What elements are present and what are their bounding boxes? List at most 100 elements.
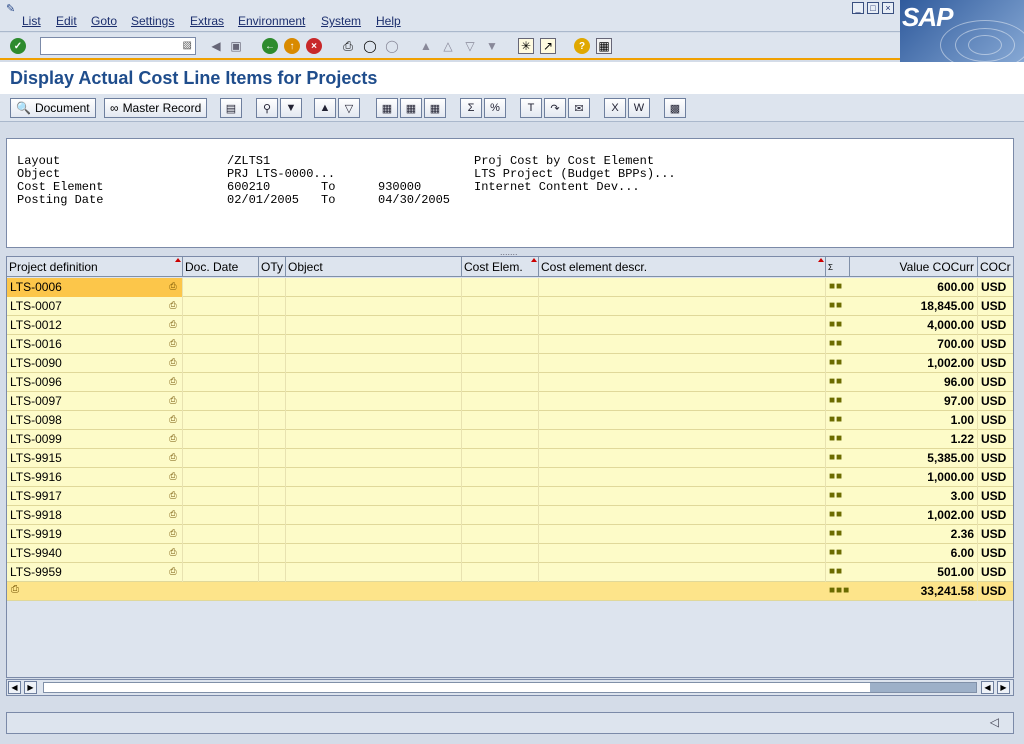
menu-help[interactable]: Help bbox=[376, 14, 401, 28]
last-page-icon[interactable]: ▼ bbox=[484, 38, 500, 54]
project-definition-cell[interactable]: LTS-0007 bbox=[7, 297, 183, 316]
cost-element-descr-cell[interactable] bbox=[539, 411, 826, 430]
object-type-cell[interactable] bbox=[259, 411, 286, 430]
table-row[interactable]: LTS-0098 ⎙ ■■ 1.00 USD bbox=[7, 411, 1013, 430]
previous-page-icon[interactable]: △ bbox=[440, 38, 456, 54]
table-row[interactable]: LTS-0016 ⎙ ■■ 700.00 USD bbox=[7, 335, 1013, 354]
currency-cell[interactable]: USD bbox=[978, 392, 1013, 411]
currency-cell[interactable]: USD bbox=[978, 563, 1013, 582]
currency-cell[interactable]: USD bbox=[978, 373, 1013, 392]
currency-cell[interactable]: USD bbox=[978, 297, 1013, 316]
system-menu-icon[interactable]: ✎ bbox=[6, 2, 15, 15]
shortcut-icon[interactable]: ↗ bbox=[540, 38, 556, 54]
currency-cell[interactable]: USD bbox=[978, 278, 1013, 297]
project-definition-cell[interactable]: LTS-9916 bbox=[7, 468, 183, 487]
table-row[interactable]: LTS-9915 ⎙ ■■ 5,385.00 USD bbox=[7, 449, 1013, 468]
table-row[interactable]: LTS-0090 ⎙ ■■ 1,002.00 USD bbox=[7, 354, 1013, 373]
currency-cell[interactable]: USD bbox=[978, 411, 1013, 430]
cost-element-cell[interactable] bbox=[462, 411, 539, 430]
object-cell[interactable] bbox=[286, 392, 462, 411]
back-icon[interactable]: ← bbox=[262, 38, 278, 54]
col-object-type[interactable]: OTy bbox=[259, 257, 286, 277]
project-definition-cell[interactable]: LTS-9918 bbox=[7, 506, 183, 525]
scroll-last-icon[interactable]: ▶ bbox=[997, 681, 1010, 694]
doc-date-cell[interactable] bbox=[183, 392, 259, 411]
printer-icon[interactable]: ⎙ bbox=[167, 376, 179, 387]
menu-edit[interactable]: Edit bbox=[56, 14, 77, 28]
col-cost-element[interactable]: Cost Elem. bbox=[462, 257, 539, 277]
project-definition-cell[interactable]: LTS-9919 bbox=[7, 525, 183, 544]
currency-cell[interactable]: USD bbox=[978, 316, 1013, 335]
doc-date-cell[interactable] bbox=[183, 487, 259, 506]
doc-date-cell[interactable] bbox=[183, 563, 259, 582]
table-row[interactable]: LTS-9959 ⎙ ■■ 501.00 USD bbox=[7, 563, 1013, 582]
currency-cell[interactable]: USD bbox=[978, 544, 1013, 563]
cost-element-cell[interactable] bbox=[462, 392, 539, 411]
cost-element-cell[interactable] bbox=[462, 297, 539, 316]
object-cell[interactable] bbox=[286, 487, 462, 506]
cost-element-cell[interactable] bbox=[462, 468, 539, 487]
cost-element-descr-cell[interactable] bbox=[539, 316, 826, 335]
exit-icon[interactable]: ↑ bbox=[284, 38, 300, 54]
enter-icon[interactable]: ✓ bbox=[10, 38, 26, 54]
object-cell[interactable] bbox=[286, 544, 462, 563]
create-session-icon[interactable]: ✳ bbox=[518, 38, 534, 54]
status-toggle-icon[interactable]: ◁ bbox=[990, 715, 999, 729]
value-cell[interactable]: 6.00 bbox=[850, 544, 978, 563]
printer-icon[interactable]: ⎙ bbox=[167, 452, 179, 463]
currency-cell[interactable]: USD bbox=[978, 335, 1013, 354]
help-icon[interactable]: ? bbox=[574, 38, 590, 54]
menu-extras[interactable]: Extras bbox=[190, 14, 224, 28]
value-cell[interactable]: 2.36 bbox=[850, 525, 978, 544]
object-type-cell[interactable] bbox=[259, 449, 286, 468]
project-definition-cell[interactable]: LTS-0096 bbox=[7, 373, 183, 392]
subtotal-button[interactable]: % bbox=[484, 98, 506, 118]
object-cell[interactable] bbox=[286, 468, 462, 487]
doc-date-cell[interactable] bbox=[183, 373, 259, 392]
project-definition-cell[interactable]: LTS-9915 bbox=[7, 449, 183, 468]
scroll-left-icon[interactable]: ▶ bbox=[24, 681, 37, 694]
project-definition-cell[interactable]: LTS-0016 bbox=[7, 335, 183, 354]
printer-icon[interactable]: ⎙ bbox=[167, 471, 179, 482]
doc-date-cell[interactable] bbox=[183, 430, 259, 449]
table-row[interactable]: LTS-9917 ⎙ ■■ 3.00 USD bbox=[7, 487, 1013, 506]
doc-date-cell[interactable] bbox=[183, 316, 259, 335]
printer-icon[interactable]: ⎙ bbox=[167, 490, 179, 501]
object-type-cell[interactable] bbox=[259, 316, 286, 335]
object-type-cell[interactable] bbox=[259, 487, 286, 506]
project-definition-cell[interactable]: LTS-0097 bbox=[7, 392, 183, 411]
value-cell[interactable]: 1,000.00 bbox=[850, 468, 978, 487]
object-type-cell[interactable] bbox=[259, 544, 286, 563]
collapse-icon[interactable]: ◀ bbox=[208, 38, 224, 54]
cost-element-cell[interactable] bbox=[462, 449, 539, 468]
scroll-track[interactable] bbox=[43, 682, 977, 693]
object-cell[interactable] bbox=[286, 411, 462, 430]
currency-cell[interactable]: USD bbox=[978, 525, 1013, 544]
cancel-icon[interactable]: × bbox=[306, 38, 322, 54]
object-type-cell[interactable] bbox=[259, 373, 286, 392]
object-cell[interactable] bbox=[286, 525, 462, 544]
project-definition-cell[interactable]: LTS-9940 bbox=[7, 544, 183, 563]
command-field[interactable]: ▧ bbox=[40, 37, 196, 55]
change-layout-button[interactable]: ▦ bbox=[400, 98, 422, 118]
project-definition-cell[interactable]: LTS-0012 bbox=[7, 316, 183, 335]
doc-date-cell[interactable] bbox=[183, 297, 259, 316]
printer-icon[interactable]: ⎙ bbox=[167, 547, 179, 558]
scroll-thumb[interactable] bbox=[870, 683, 976, 692]
spreadsheet-button[interactable]: X bbox=[604, 98, 626, 118]
object-cell[interactable] bbox=[286, 430, 462, 449]
find-next-icon[interactable]: ◯ bbox=[384, 38, 400, 54]
total-button[interactable]: Σ bbox=[460, 98, 482, 118]
printer-icon[interactable]: ⎙ bbox=[167, 357, 179, 368]
object-type-cell[interactable] bbox=[259, 563, 286, 582]
col-sum-marker[interactable]: Σ bbox=[826, 257, 850, 277]
printer-icon[interactable]: ⎙ bbox=[167, 338, 179, 349]
object-cell[interactable] bbox=[286, 335, 462, 354]
object-type-cell[interactable] bbox=[259, 297, 286, 316]
object-type-cell[interactable] bbox=[259, 278, 286, 297]
document-button[interactable]: 🔍 Document bbox=[10, 98, 96, 118]
printer-icon[interactable]: ⎙ bbox=[167, 509, 179, 520]
object-cell[interactable] bbox=[286, 373, 462, 392]
value-cell[interactable]: 3.00 bbox=[850, 487, 978, 506]
cost-element-cell[interactable] bbox=[462, 544, 539, 563]
